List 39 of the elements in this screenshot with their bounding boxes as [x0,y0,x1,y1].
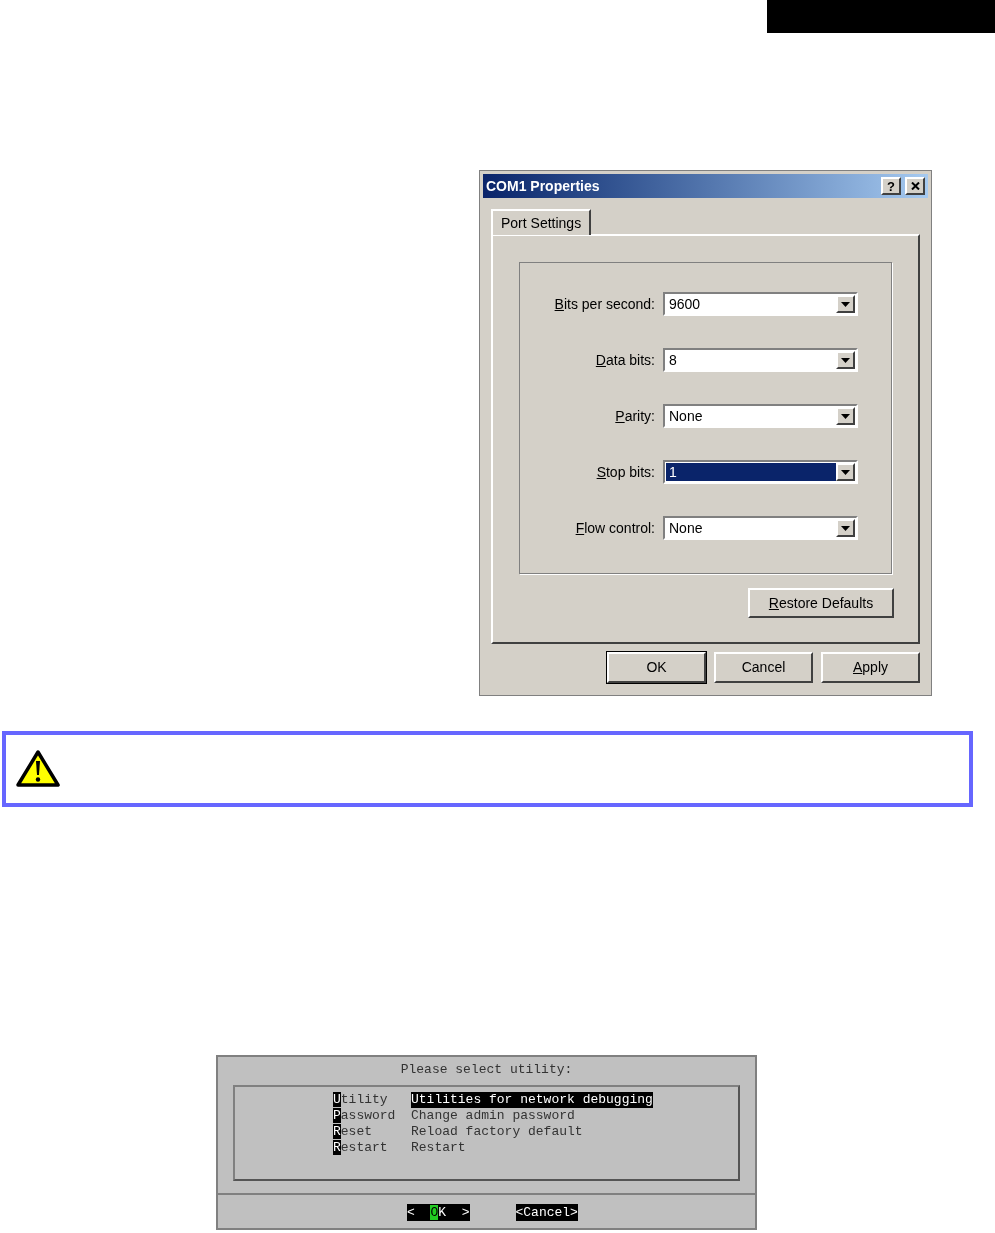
terminal-button[interactable]: < OK > [407,1204,470,1221]
menu-description: Change admin password [411,1108,575,1124]
close-button[interactable] [905,177,925,195]
dropdown[interactable]: 9600 [663,292,858,316]
dropdown[interactable]: 1 [663,460,858,484]
dropdown[interactable]: None [663,404,858,428]
dialog-button[interactable]: Apply [821,652,920,683]
dropdown[interactable]: 8 [663,348,858,372]
tab[interactable]: Port Settings [491,209,592,235]
caret-icon[interactable] [836,351,855,369]
dropdown-value: 1 [666,463,836,481]
menu-description: Reload factory default [411,1124,583,1140]
field-label: Data bits: [595,350,655,370]
field-label: Bits per second: [554,294,655,314]
field-label: Stop bits: [596,462,655,482]
caret-icon[interactable] [836,295,855,313]
field-label: Flow control: [575,518,655,538]
dropdown-value: 8 [668,351,678,369]
restore-defaults-button[interactable]: Restore Defaults [748,588,894,618]
help-button[interactable]: ? [881,177,901,195]
caret-icon[interactable] [836,407,855,425]
dropdown-value: None [668,519,704,537]
dialog-button[interactable]: OK [607,652,706,683]
warning-icon [15,749,61,789]
close-icon [910,182,920,190]
menu-item[interactable]: Utility [333,1092,411,1108]
field-label: Parity: [615,406,655,426]
caret-icon[interactable] [836,519,855,537]
terminal-button[interactable]: <Cancel> [515,1204,578,1221]
window-title: COM1 Properties [486,176,601,196]
menu-description: Restart [411,1140,466,1156]
terminal-title: Please select utility: [399,1062,574,1078]
menu-description: Utilities for network debugging [411,1092,653,1108]
menu-item[interactable]: Password [333,1108,411,1124]
dropdown[interactable]: None [663,516,858,540]
dropdown-value: None [668,407,704,425]
dropdown-value: 9600 [668,295,702,313]
caret-icon[interactable] [836,463,855,481]
dialog-button[interactable]: Cancel [714,652,813,683]
